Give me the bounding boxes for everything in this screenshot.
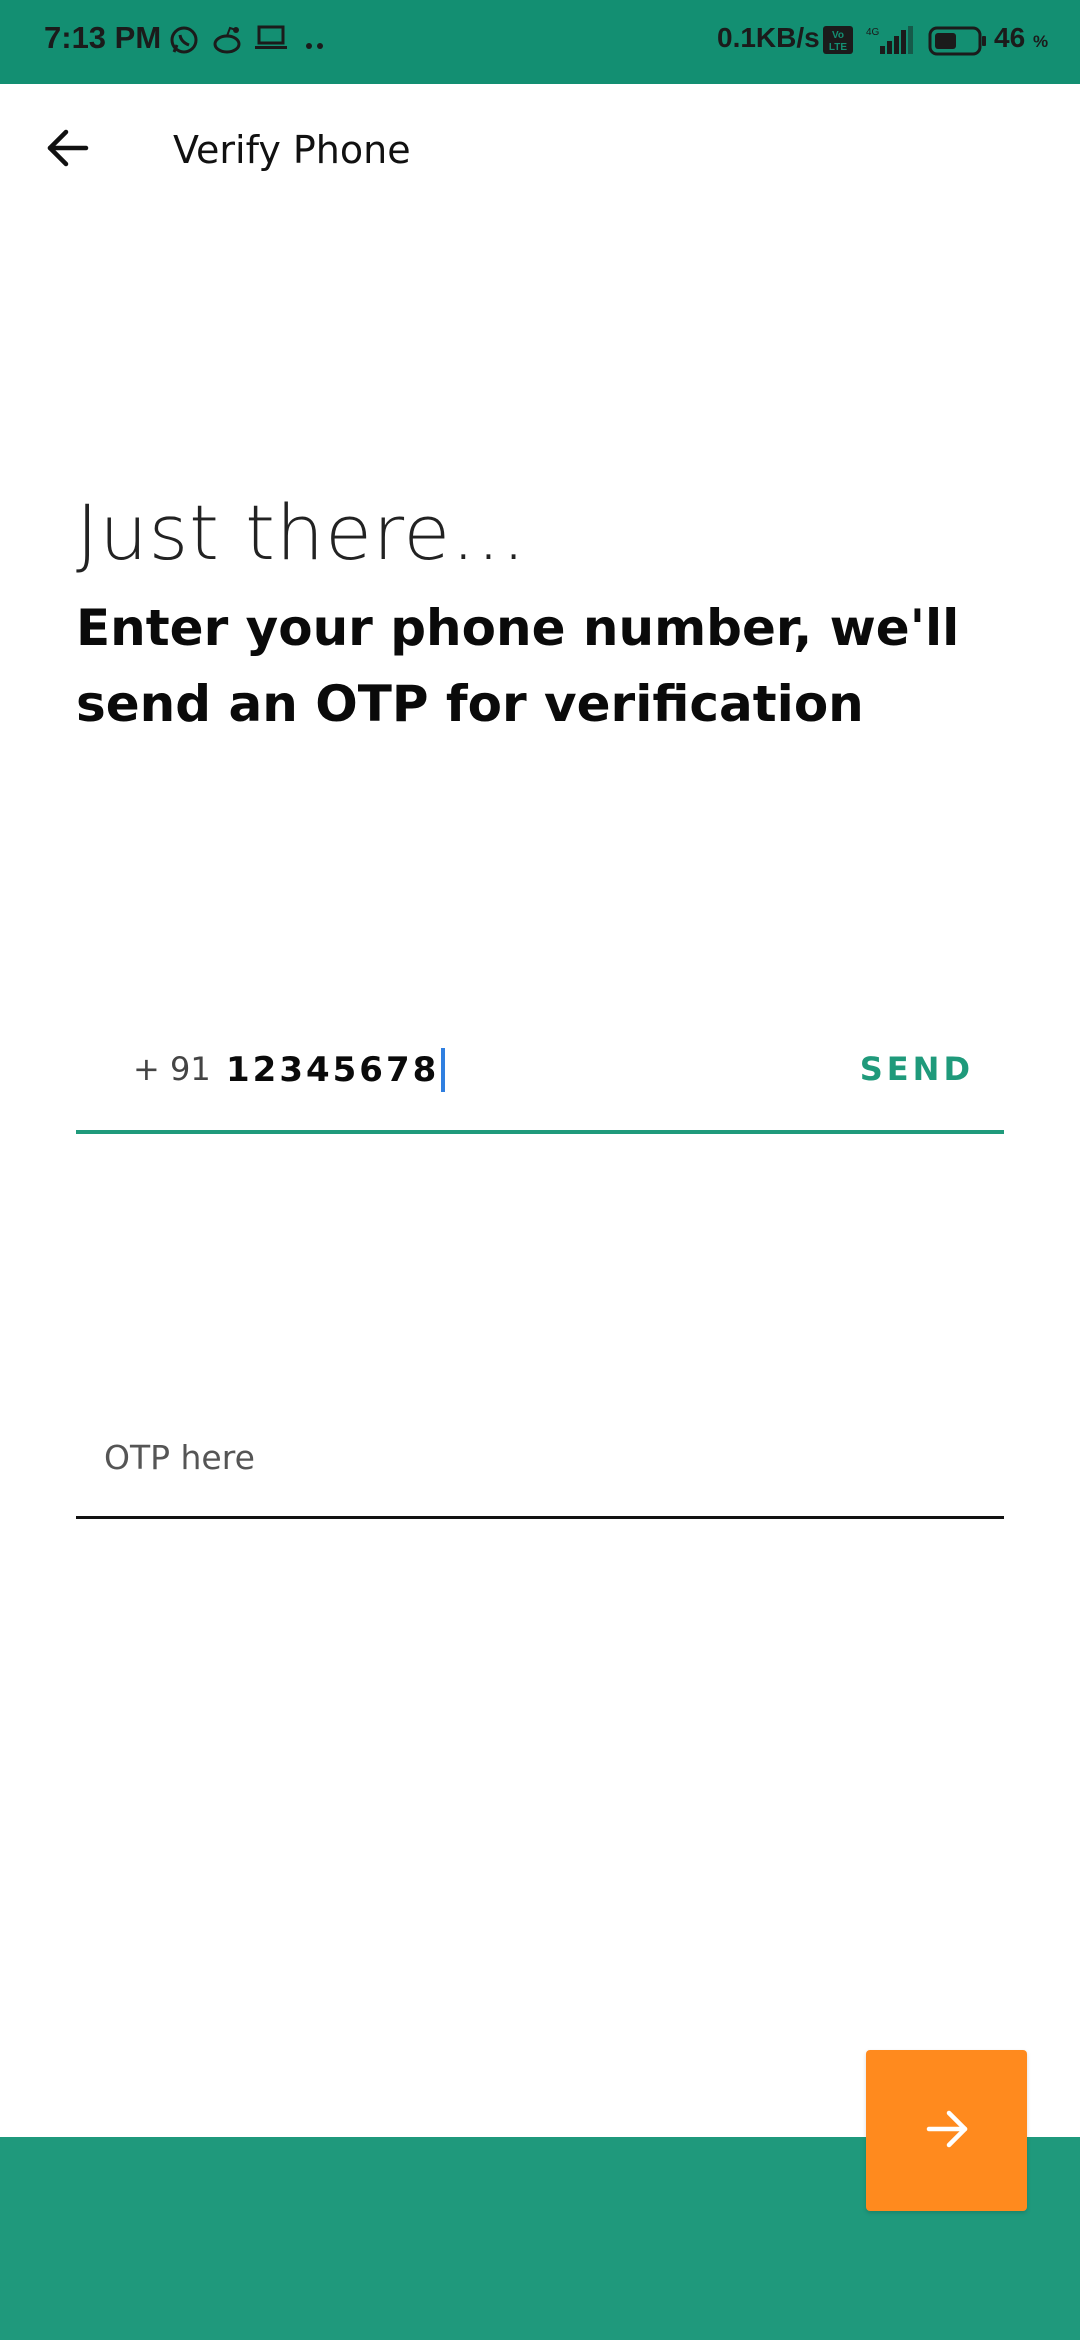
battery-icon xyxy=(928,26,988,60)
page-title: Verify Phone xyxy=(173,128,411,172)
subheadline: Enter your phone number, we'll send an O… xyxy=(76,599,960,733)
app-bar: Verify Phone xyxy=(0,84,1080,220)
network-speed: 0.1KB/s xyxy=(717,22,820,53)
volte-icon: Vo LTE xyxy=(823,26,853,58)
headline: Just there... xyxy=(76,488,527,577)
back-button[interactable] xyxy=(40,122,96,178)
battery-percent: 46 xyxy=(994,22,1026,53)
otp-field[interactable]: OTP here xyxy=(76,1420,1004,1519)
reddit-icon xyxy=(210,24,244,60)
svg-text:Vo: Vo xyxy=(832,30,844,41)
whatsapp-icon xyxy=(168,24,200,60)
battery-level: 46 % xyxy=(994,22,1048,54)
battery-unit: % xyxy=(1032,32,1049,51)
status-bar: 7:13 PM 0.1KB/s Vo LTE 4G 46 % xyxy=(0,0,1080,84)
country-code: + 91 xyxy=(133,1050,211,1088)
phone-field[interactable]: + 91 12345678 SEND xyxy=(76,1030,1004,1134)
more-dots-icon xyxy=(306,34,324,53)
phone-input[interactable]: 12345678 xyxy=(226,1048,446,1092)
send-button[interactable]: SEND xyxy=(860,1050,974,1088)
laptop-icon xyxy=(254,24,288,56)
svg-text:4G: 4G xyxy=(866,27,880,38)
svg-text:LTE: LTE xyxy=(829,42,847,53)
next-button[interactable] xyxy=(866,2050,1027,2211)
signal-icon: 4G xyxy=(862,26,914,60)
phone-input-value: 12345678 xyxy=(226,1050,440,1090)
arrow-right-icon xyxy=(925,2109,969,2153)
status-time: 7:13 PM xyxy=(44,20,162,55)
otp-input[interactable]: OTP here xyxy=(104,1438,255,1477)
arrow-left-icon xyxy=(46,128,90,172)
text-cursor xyxy=(441,1048,446,1092)
